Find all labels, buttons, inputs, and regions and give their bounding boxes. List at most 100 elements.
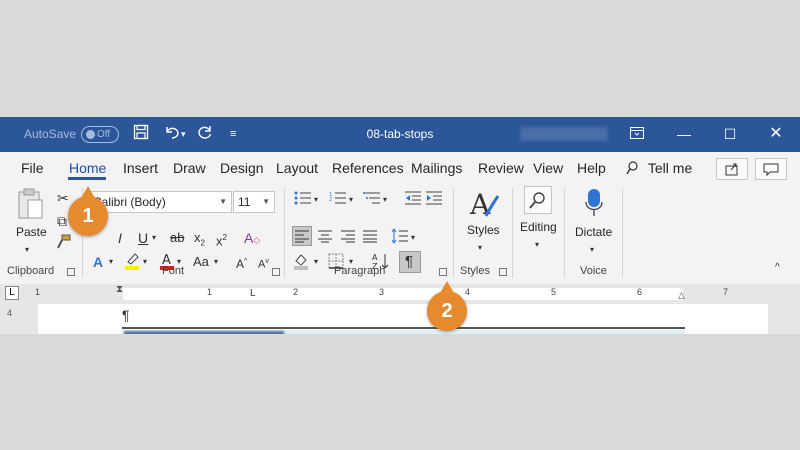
user-name-blurred[interactable] [520, 127, 608, 141]
customize-quick-access-icon[interactable]: ≡ [230, 124, 236, 144]
document-title: 08-tab-stops [366, 127, 434, 141]
microphone-icon[interactable] [584, 188, 604, 223]
increase-indent-icon[interactable] [425, 191, 443, 208]
paragraph-dialog-launcher[interactable] [439, 268, 447, 276]
separator [512, 188, 513, 278]
styles-icon[interactable]: A [468, 188, 500, 225]
tab-design[interactable]: Design [220, 160, 264, 176]
horizontal-ruler[interactable]: L 1 1 2 3 4 5 6 7 ⧗ L △ [0, 284, 800, 304]
tab-insert[interactable]: Insert [123, 160, 158, 176]
tab-draw[interactable]: Draw [173, 160, 206, 176]
font-size-dropdown-icon[interactable]: ▼ [262, 192, 270, 212]
clipboard-group-label: Clipboard [7, 265, 55, 277]
tab-home[interactable]: Home [69, 160, 106, 176]
maximize-icon[interactable]: ☐ [716, 121, 744, 147]
align-center-icon[interactable] [317, 229, 333, 246]
tab-help[interactable]: Help [577, 160, 606, 176]
font-name-box[interactable]: Calibri (Body) ▼ [88, 191, 232, 213]
ruler-number: 4 [465, 287, 471, 297]
ribbon-tabs: File Home Insert Draw Design Layout Refe… [0, 152, 800, 182]
decrease-indent-icon[interactable] [404, 191, 422, 208]
multilevel-dropdown-icon[interactable]: ▾ [383, 192, 387, 208]
strikethrough-icon[interactable]: ab [170, 230, 184, 246]
styles-button-label[interactable]: Styles [467, 223, 500, 237]
svg-text:A: A [372, 253, 378, 262]
numbering-icon[interactable]: 12 [329, 191, 347, 208]
minimize-icon[interactable]: — [670, 121, 698, 147]
shading-icon[interactable] [293, 252, 309, 273]
shading-dropdown-icon[interactable]: ▾ [314, 254, 318, 270]
share-button[interactable] [716, 158, 748, 180]
tab-mailings[interactable]: Mailings [411, 160, 462, 176]
underline-icon[interactable]: U [138, 230, 148, 246]
save-icon[interactable] [133, 124, 149, 146]
tab-stop-icon[interactable]: L [250, 288, 256, 299]
change-case-icon[interactable]: Aa [193, 254, 209, 270]
editing-button-label[interactable]: Editing [520, 220, 557, 234]
clipboard-dialog-launcher[interactable] [67, 268, 75, 276]
format-painter-icon[interactable] [55, 234, 71, 253]
subscript-icon[interactable]: x2 [194, 230, 205, 252]
line-spacing-dropdown-icon[interactable]: ▾ [411, 230, 415, 246]
change-case-dropdown-icon[interactable]: ▾ [214, 254, 218, 270]
highlight-icon[interactable] [124, 252, 140, 273]
ruler-number: 2 [293, 287, 299, 297]
tab-selector-icon[interactable]: L [5, 286, 19, 300]
dictate-dropdown-icon[interactable]: ▾ [590, 242, 594, 258]
close-icon[interactable]: ✕ [762, 121, 790, 147]
styles-dialog-launcher[interactable] [499, 268, 507, 276]
callout-badge-1: 1 [68, 186, 108, 236]
title-bar: AutoSave Off ▾ ≡ 08-tab-stops — ☐ ✕ [0, 117, 800, 152]
bullets-icon[interactable] [294, 191, 312, 208]
voice-group-label: Voice [580, 265, 607, 277]
text-effects-dropdown-icon[interactable]: ▾ [109, 254, 113, 270]
show-formatting-marks-icon[interactable]: ¶ [405, 254, 413, 270]
copy-icon[interactable]: ⧉ [57, 213, 67, 229]
autosave-toggle[interactable]: Off [81, 126, 119, 143]
find-search-icon[interactable] [524, 186, 552, 214]
paste-dropdown-icon[interactable]: ▾ [25, 242, 29, 258]
clear-formatting-icon[interactable]: A◇ [244, 230, 260, 248]
styles-dropdown-icon[interactable]: ▾ [478, 240, 482, 256]
align-left-icon[interactable] [294, 229, 310, 246]
collapse-ribbon-icon[interactable]: ^ [775, 260, 780, 276]
italic-icon[interactable]: I [118, 230, 122, 246]
editing-dropdown-icon[interactable]: ▾ [535, 237, 539, 253]
font-name-dropdown-icon[interactable]: ▼ [219, 192, 227, 212]
tab-view[interactable]: View [533, 160, 563, 176]
indent-marker-icon[interactable]: ⧗ [116, 284, 123, 295]
redo-icon[interactable] [196, 124, 214, 146]
comments-button[interactable] [755, 158, 787, 180]
undo-icon[interactable] [163, 124, 181, 146]
numbering-dropdown-icon[interactable]: ▾ [349, 192, 353, 208]
vertical-ruler: 4 [7, 308, 13, 318]
ribbon-display-options-icon[interactable] [623, 121, 651, 147]
paste-icon[interactable] [16, 188, 46, 227]
font-size-value: 11 [238, 195, 251, 209]
grow-font-icon[interactable]: A^ [236, 254, 247, 272]
justify-icon[interactable] [362, 229, 378, 246]
bullets-dropdown-icon[interactable]: ▾ [314, 192, 318, 208]
tab-review[interactable]: Review [478, 160, 524, 176]
font-dialog-launcher[interactable] [272, 268, 280, 276]
tab-file[interactable]: File [21, 160, 44, 176]
tab-layout[interactable]: Layout [276, 160, 318, 176]
tell-me-search[interactable]: Tell me [626, 160, 692, 176]
underline-dropdown-icon[interactable]: ▾ [152, 230, 156, 246]
dictate-button-label[interactable]: Dictate [575, 225, 612, 239]
shrink-font-icon[interactable]: Av [258, 254, 269, 273]
align-right-icon[interactable] [340, 229, 356, 246]
tab-references[interactable]: References [332, 160, 404, 176]
ruler-number: 6 [637, 287, 643, 297]
font-size-box[interactable]: 11 ▼ [233, 191, 275, 213]
highlight-dropdown-icon[interactable]: ▾ [143, 254, 147, 270]
cut-icon[interactable]: ✂ [57, 190, 69, 206]
line-spacing-icon[interactable] [391, 228, 409, 247]
undo-dropdown-icon[interactable]: ▾ [181, 124, 186, 144]
text-effects-icon[interactable]: A [93, 254, 103, 270]
paste-label[interactable]: Paste [16, 225, 47, 239]
ruler-number: 1 [35, 287, 41, 297]
superscript-icon[interactable]: x2 [216, 230, 227, 249]
right-indent-marker-icon[interactable]: △ [678, 290, 685, 301]
multilevel-list-icon[interactable] [363, 191, 381, 208]
